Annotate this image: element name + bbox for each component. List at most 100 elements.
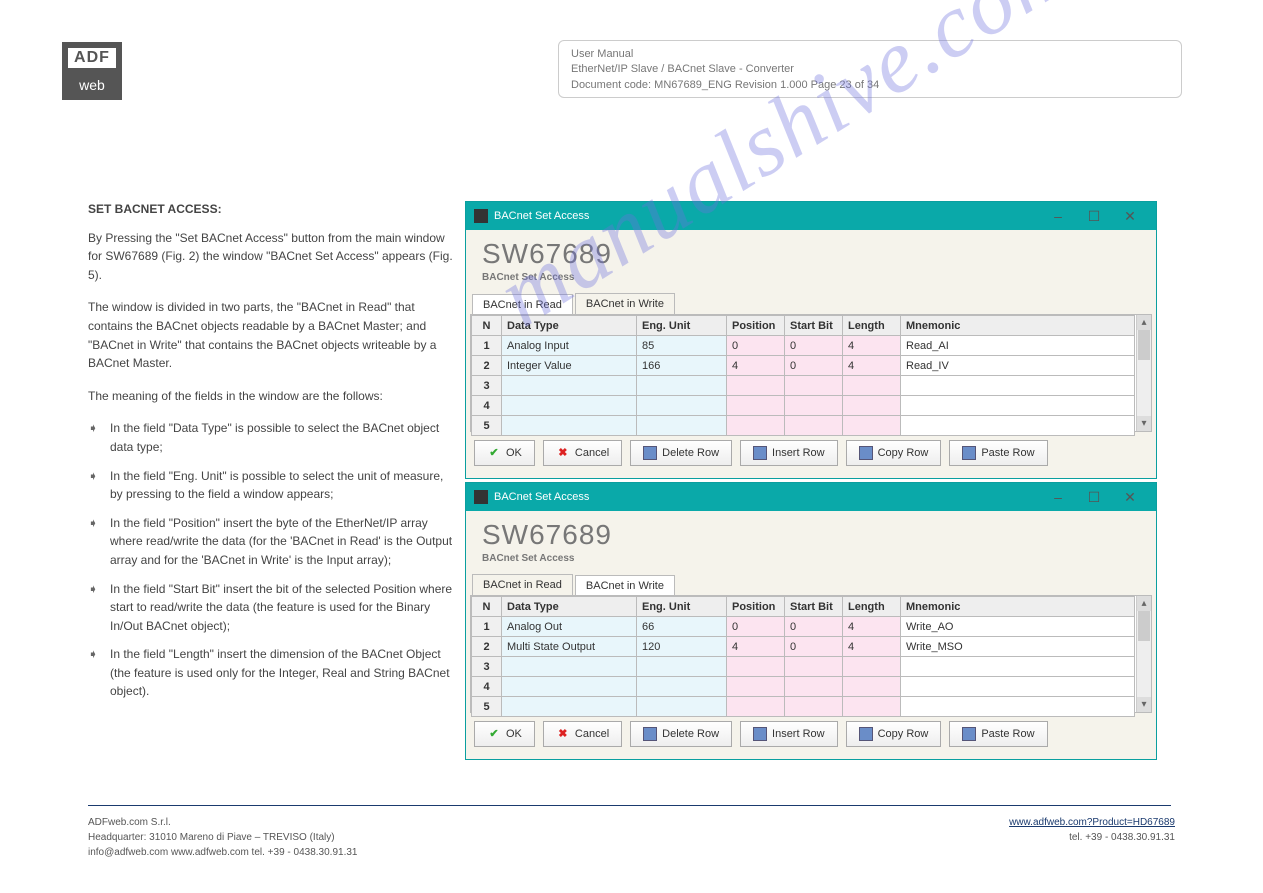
scroll-up-icon[interactable]: ▴ [1137,315,1151,330]
cell-startbit[interactable] [785,396,843,416]
cell-engunit[interactable]: 166 [637,356,727,376]
cell-mnemonic[interactable] [901,416,1135,436]
ok-button[interactable]: ✔OK [474,440,535,466]
cell-mnemonic[interactable] [901,396,1135,416]
insert-row-button[interactable]: Insert Row [740,721,838,747]
scrollbar[interactable]: ▴ ▾ [1136,596,1151,712]
cell-mnemonic[interactable] [901,657,1135,677]
table-row[interactable]: 3 [472,657,1135,677]
tab-bacnet-read[interactable]: BACnet in Read [472,294,573,315]
cell-datatype[interactable] [502,376,637,396]
cell-engunit[interactable] [637,396,727,416]
cell-length[interactable] [843,416,901,436]
cell-position[interactable]: 4 [727,356,785,376]
cell-length[interactable] [843,677,901,697]
cell-length[interactable]: 4 [843,617,901,637]
copy-row-button[interactable]: Copy Row [846,440,942,466]
cell-startbit[interactable] [785,677,843,697]
cell-engunit[interactable] [637,677,727,697]
cell-mnemonic[interactable]: Read_IV [901,356,1135,376]
cell-position[interactable] [727,396,785,416]
cell-length[interactable]: 4 [843,356,901,376]
table-row[interactable]: 4 [472,396,1135,416]
scroll-up-icon[interactable]: ▴ [1137,596,1151,611]
scroll-down-icon[interactable]: ▾ [1137,416,1151,431]
cell-engunit[interactable]: 120 [637,637,727,657]
table-row[interactable]: 2Integer Value166404Read_IV [472,356,1135,376]
cell-mnemonic[interactable]: Read_AI [901,336,1135,356]
cell-startbit[interactable] [785,657,843,677]
close-button[interactable]: ✕ [1112,486,1148,508]
cell-datatype[interactable]: Analog Input [502,336,637,356]
cell-position[interactable]: 0 [727,617,785,637]
cell-datatype[interactable] [502,697,637,717]
cell-mnemonic[interactable] [901,677,1135,697]
ok-button[interactable]: ✔OK [474,721,535,747]
table-row[interactable]: 2Multi State Output120404Write_MSO [472,637,1135,657]
cell-position[interactable]: 4 [727,637,785,657]
delete-row-button[interactable]: Delete Row [630,721,732,747]
cell-mnemonic[interactable] [901,697,1135,717]
cell-engunit[interactable] [637,657,727,677]
maximize-button[interactable]: ☐ [1076,205,1112,227]
table-row[interactable]: 1Analog Out66004Write_AO [472,617,1135,637]
cell-length[interactable] [843,376,901,396]
cell-position[interactable] [727,657,785,677]
maximize-button[interactable]: ☐ [1076,486,1112,508]
cell-startbit[interactable] [785,416,843,436]
cell-position[interactable] [727,677,785,697]
cell-startbit[interactable]: 0 [785,617,843,637]
table-row[interactable]: 5 [472,697,1135,717]
cell-engunit[interactable]: 66 [637,617,727,637]
paste-row-button[interactable]: Paste Row [949,721,1047,747]
cell-datatype[interactable] [502,396,637,416]
table-row[interactable]: 1Analog Input85004Read_AI [472,336,1135,356]
scroll-down-icon[interactable]: ▾ [1137,697,1151,712]
cell-startbit[interactable]: 0 [785,336,843,356]
cell-datatype[interactable] [502,416,637,436]
cell-length[interactable] [843,657,901,677]
tab-bacnet-write[interactable]: BACnet in Write [575,575,675,596]
delete-row-button[interactable]: Delete Row [630,440,732,466]
scrollbar[interactable]: ▴ ▾ [1136,315,1151,431]
footer-link[interactable]: www.adfweb.com?Product=HD67689 [1009,817,1175,828]
cell-position[interactable] [727,697,785,717]
cell-datatype[interactable]: Analog Out [502,617,637,637]
cell-engunit[interactable] [637,697,727,717]
table-row[interactable]: 3 [472,376,1135,396]
paste-row-button[interactable]: Paste Row [949,440,1047,466]
close-button[interactable]: ✕ [1112,205,1148,227]
cell-datatype[interactable]: Multi State Output [502,637,637,657]
cell-datatype[interactable] [502,657,637,677]
copy-row-button[interactable]: Copy Row [846,721,942,747]
scroll-thumb[interactable] [1138,611,1150,641]
cell-length[interactable]: 4 [843,336,901,356]
tab-bacnet-write[interactable]: BACnet in Write [575,293,675,314]
scroll-thumb[interactable] [1138,330,1150,360]
cell-mnemonic[interactable]: Write_MSO [901,637,1135,657]
cell-mnemonic[interactable] [901,376,1135,396]
cell-mnemonic[interactable]: Write_AO [901,617,1135,637]
cell-length[interactable]: 4 [843,637,901,657]
cell-position[interactable] [727,416,785,436]
cell-datatype[interactable]: Integer Value [502,356,637,376]
cell-startbit[interactable] [785,697,843,717]
insert-row-button[interactable]: Insert Row [740,440,838,466]
cell-startbit[interactable]: 0 [785,637,843,657]
cell-engunit[interactable] [637,416,727,436]
cell-position[interactable] [727,376,785,396]
minimize-button[interactable]: – [1040,205,1076,227]
cancel-button[interactable]: ✖Cancel [543,721,622,747]
cell-engunit[interactable]: 85 [637,336,727,356]
tab-bacnet-read[interactable]: BACnet in Read [472,574,573,595]
cell-engunit[interactable] [637,376,727,396]
table-row[interactable]: 5 [472,416,1135,436]
cell-datatype[interactable] [502,677,637,697]
cell-startbit[interactable]: 0 [785,356,843,376]
cancel-button[interactable]: ✖Cancel [543,440,622,466]
cell-length[interactable] [843,697,901,717]
minimize-button[interactable]: – [1040,486,1076,508]
cell-length[interactable] [843,396,901,416]
cell-startbit[interactable] [785,376,843,396]
cell-position[interactable]: 0 [727,336,785,356]
